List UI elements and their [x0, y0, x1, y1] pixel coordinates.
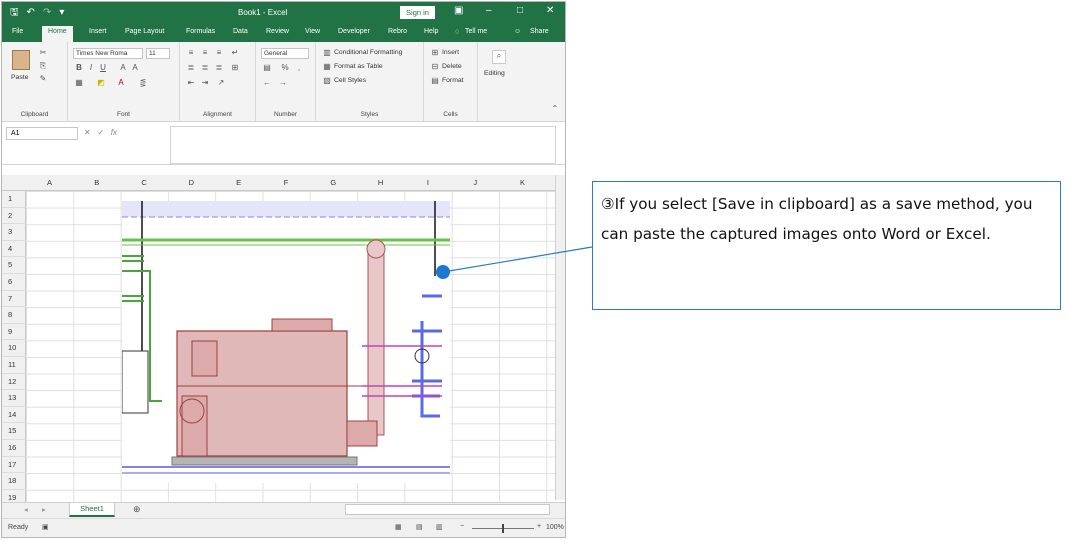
callout-dot	[436, 265, 450, 279]
callout-text: ③If you select [Save in clipboard] as a …	[601, 195, 1033, 243]
callout-leader-line	[442, 246, 593, 273]
tutorial-figure: 🖫 ↶ ↷ ▾ Book1 - Excel Sign in ▣ – □ ✕ Fi…	[0, 0, 1066, 541]
callout-box: ③If you select [Save in clipboard] as a …	[592, 181, 1061, 310]
